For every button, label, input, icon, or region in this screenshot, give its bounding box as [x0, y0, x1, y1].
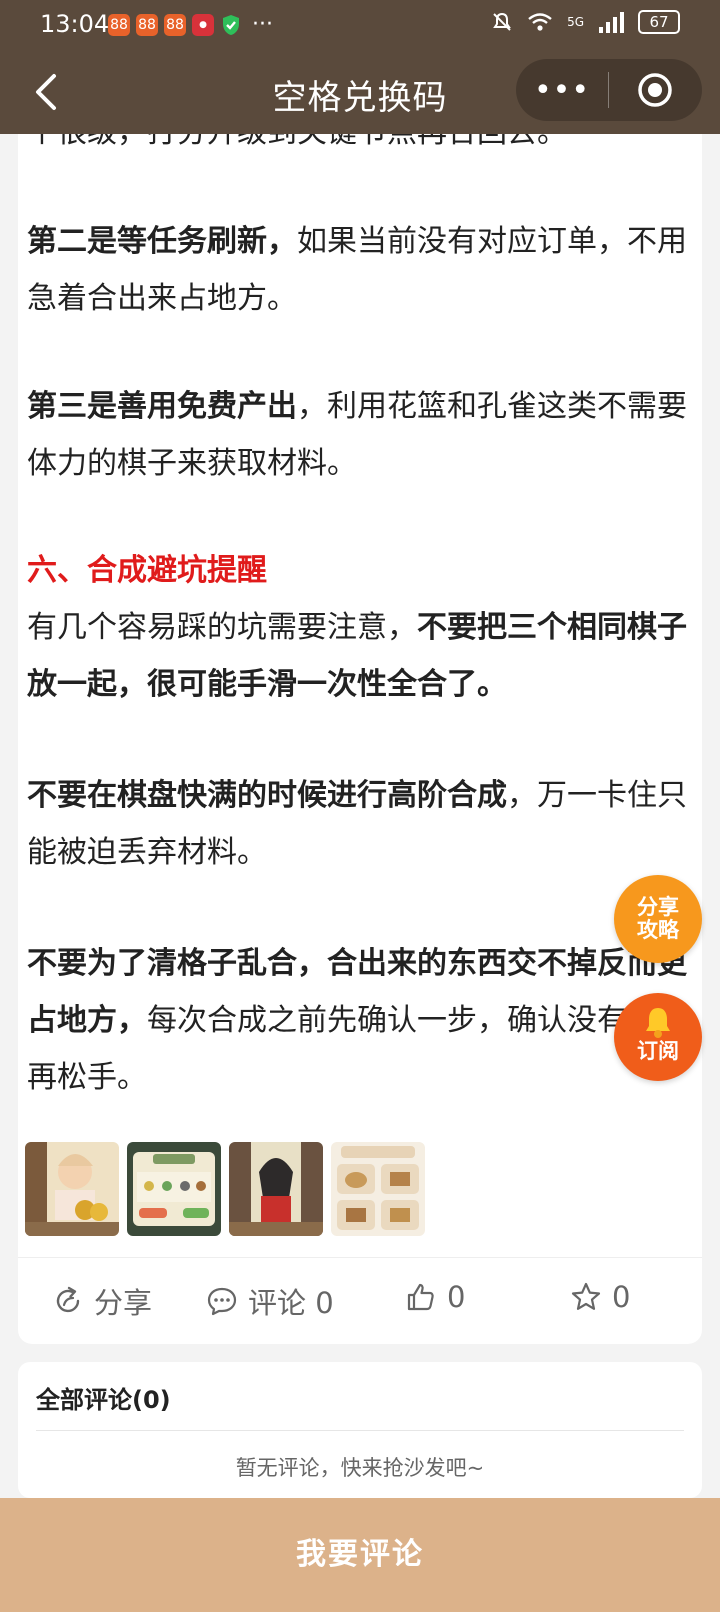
image-thumbnails [25, 1142, 425, 1236]
comment-icon [207, 1287, 237, 1316]
star-icon [571, 1282, 601, 1310]
favorite-button[interactable]: 0 [570, 1280, 630, 1314]
network-type: 5G [567, 15, 584, 29]
share-guide-button[interactable]: 分享攻略 [614, 875, 702, 963]
app-notification-icon: 88 [108, 13, 130, 36]
shield-icon [220, 14, 242, 36]
comments-divider [36, 1430, 684, 1431]
paragraph-bold-text: 第二是等任务刷新， [27, 224, 297, 259]
share-label: 分享 [94, 1286, 153, 1320]
more-notifications-icon: ··· [252, 12, 273, 37]
subscribe-button[interactable]: 订阅 [614, 993, 702, 1081]
share-icon [56, 1286, 80, 1313]
paragraph-bold-text: 不要在棋盘快满的时候进行高阶合成 [27, 778, 507, 813]
like-count: 0 [447, 1280, 466, 1314]
status-bar: 13:04 88 88 88 ● ··· 5G 67 [0, 0, 720, 50]
signal-icon [599, 12, 624, 33]
thumbnail-image[interactable] [127, 1142, 221, 1236]
subscribe-label: 订阅 [637, 1039, 679, 1063]
paragraph-bold-text: 第三是善用免费产出 [27, 389, 297, 424]
status-right: 5G 67 [491, 10, 680, 34]
more-dots-icon[interactable]: ••• [516, 73, 608, 108]
share-button[interactable]: 分享 [52, 1280, 152, 1322]
comments-empty-text: 暂无评论，快来抢沙发吧~ [235, 1456, 485, 1480]
like-button[interactable]: 0 [405, 1280, 465, 1314]
target-icon[interactable] [609, 72, 701, 108]
section-heading: 六、合成避坑提醒 [27, 553, 267, 588]
article-card: 个很级，打分升级到关键节点再合回去。 第二是等任务刷新，如果当前没有对应订单，不… [18, 120, 702, 1344]
comments-section: 全部评论(0) 暂无评论，快来抢沙发吧~ [18, 1362, 702, 1498]
paragraph-text: 有几个容易踩的坑需要注意， [27, 610, 417, 645]
article-paragraph: 不要在棋盘快满的时候进行高阶合成，万一卡住只能被迫丢弃材料。 [27, 767, 687, 881]
app-notification-icon: 88 [136, 13, 158, 36]
app-notification-icon: 88 [164, 13, 186, 36]
status-time: 13:04 [40, 10, 110, 38]
article-paragraph: 第二是等任务刷新，如果当前没有对应订单，不用急着合出来占地方。 [27, 213, 687, 327]
comment-label: 评论 0 [248, 1286, 334, 1320]
thumbs-up-icon [407, 1283, 434, 1311]
bell-icon [646, 1008, 670, 1038]
article-paragraph: 不要为了清格子乱合，合出来的东西交不掉反而更占地方，每次合成之前先确认一步，确认… [27, 935, 687, 1106]
shop-notification-icon: ● [192, 13, 214, 36]
thumbnail-image[interactable] [25, 1142, 119, 1236]
comments-header: 全部评论(0) [36, 1386, 171, 1414]
title-bar: 空格兑换码 ••• [0, 50, 720, 134]
article-paragraph: 第三是善用免费产出，利用花篮和孔雀这类不需要体力的棋子来获取材料。 [27, 378, 687, 492]
thumbnail-image[interactable] [229, 1142, 323, 1236]
share-guide-label: 分享攻略 [637, 895, 679, 942]
wifi-icon [528, 13, 552, 31]
top-bar: 13:04 88 88 88 ● ··· 5G 67 空格兑换码 ••• [0, 0, 720, 134]
mute-icon [493, 12, 511, 31]
favorite-count: 0 [612, 1280, 631, 1314]
comment-button[interactable]: 评论 0 [206, 1280, 334, 1322]
miniprogram-capsule: ••• [516, 59, 702, 121]
notification-icons: 88 88 88 ● ··· [108, 12, 273, 37]
battery-indicator: 67 [638, 10, 680, 34]
thumbnail-image[interactable] [331, 1142, 425, 1236]
article-action-bar: 分享 评论 0 0 0 [18, 1257, 702, 1344]
article-paragraph: 有几个容易踩的坑需要注意，不要把三个相同棋子放一起，很可能手滑一次性全合了。 [27, 599, 687, 713]
write-comment-button[interactable]: 我要评论 [0, 1498, 720, 1612]
